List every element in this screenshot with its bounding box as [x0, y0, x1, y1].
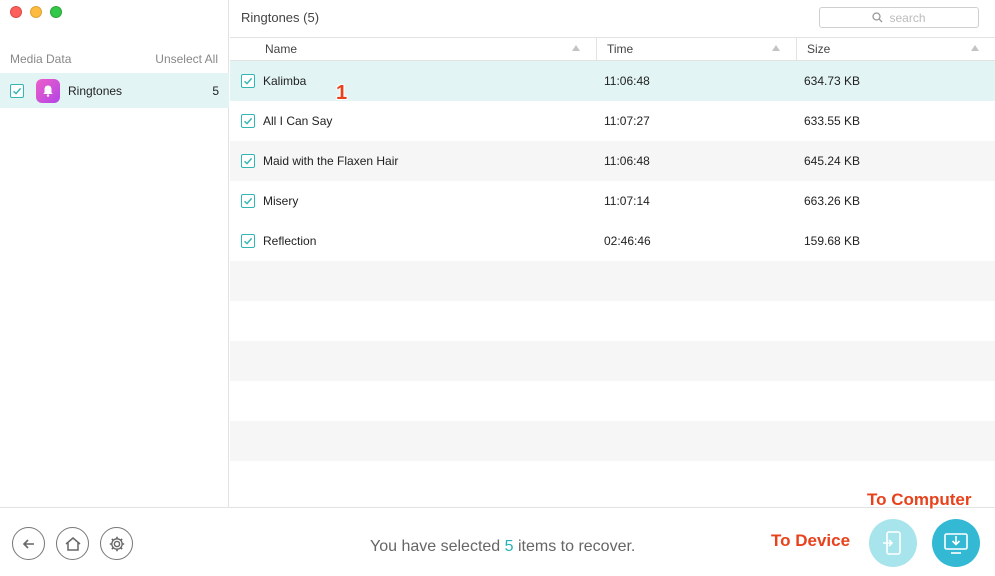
minimize-window-button[interactable] [30, 6, 42, 18]
maximize-window-button[interactable] [50, 6, 62, 18]
row-checkbox[interactable] [241, 234, 255, 248]
search-icon [872, 12, 883, 23]
to-device-label: To Device [771, 531, 851, 550]
empty-row [230, 381, 995, 421]
column-header-size[interactable]: Size [797, 38, 995, 60]
sort-arrow-icon [971, 45, 979, 51]
row-checkbox[interactable] [241, 194, 255, 208]
unselect-all-button[interactable]: Unselect All [155, 52, 218, 66]
table-row[interactable]: Kalimba 1 11:06:48 634.73 KB [230, 61, 995, 104]
sidebar-item-label: Ringtones [68, 83, 123, 98]
row-name: Reflection [263, 234, 317, 248]
computer-download-icon [944, 533, 968, 554]
selected-count: 5 [504, 538, 514, 555]
home-button[interactable] [56, 527, 89, 560]
table-row[interactable]: Misery 11:07:14 663.26 KB [230, 181, 995, 221]
search-input[interactable]: search [819, 7, 979, 28]
row-checkbox[interactable] [241, 154, 255, 168]
row-time: 11:07:27 [604, 114, 650, 128]
row-checkbox[interactable] [241, 114, 255, 128]
row-checkbox[interactable] [241, 74, 255, 88]
sidebar-header: Media Data Unselect All [10, 52, 218, 66]
back-button[interactable] [12, 527, 45, 560]
row-time: 11:06:48 [604, 154, 650, 168]
empty-row [230, 261, 995, 301]
column-header-name[interactable]: Name [230, 38, 597, 60]
row-size: 645.24 KB [804, 154, 861, 168]
check-icon [244, 117, 253, 125]
search-placeholder: search [889, 10, 926, 25]
sidebar-item-ringtones[interactable]: Ringtones 5 [0, 73, 229, 108]
check-icon [244, 237, 253, 245]
empty-row [230, 421, 995, 461]
row-time: 02:46:46 [604, 234, 651, 248]
sidebar-item-checkbox[interactable] [10, 83, 24, 98]
page-title: Ringtones (5) [241, 10, 320, 25]
table-body: Kalimba 1 11:06:48 634.73 KB All I Can S… [230, 61, 995, 501]
empty-row [230, 341, 995, 381]
home-icon [65, 536, 80, 551]
check-icon [13, 87, 22, 95]
table-header: Name Time Size [230, 37, 995, 61]
row-size: 159.68 KB [804, 234, 861, 248]
footer: You have selected 5 items to recover. To… [0, 490, 995, 576]
check-icon [244, 77, 253, 85]
annotation-number: 1 [336, 82, 348, 104]
phone-transfer-icon [883, 531, 901, 555]
settings-button[interactable] [100, 527, 133, 560]
sort-arrow-icon [572, 45, 580, 51]
sort-arrow-icon [772, 45, 780, 51]
arrow-left-icon [22, 538, 34, 549]
row-time: 11:06:48 [604, 74, 650, 88]
check-icon [244, 157, 253, 165]
media-data-label: Media Data [10, 52, 72, 66]
gear-icon [109, 536, 124, 551]
row-size: 633.55 KB [804, 114, 861, 128]
to-computer-button[interactable] [932, 519, 980, 567]
table-row[interactable]: Maid with the Flaxen Hair 11:06:48 645.2… [230, 141, 995, 181]
close-window-button[interactable] [10, 6, 22, 18]
bell-icon [36, 78, 60, 103]
table-row[interactable]: All I Can Say 11:07:27 633.55 KB [230, 101, 995, 141]
sidebar: Media Data Unselect All Ringtones 5 [0, 0, 229, 507]
row-time: 11:07:14 [604, 194, 650, 208]
row-name: Maid with the Flaxen Hair [263, 154, 399, 168]
row-name: Kalimba [263, 74, 307, 88]
row-size: 634.73 KB [804, 74, 861, 88]
table-row[interactable]: Reflection 02:46:46 159.68 KB [230, 221, 995, 261]
column-header-time[interactable]: Time [597, 38, 797, 60]
window-controls [10, 6, 62, 18]
main-panel: Ringtones (5) search Name Time Size Kali… [230, 0, 995, 507]
row-name: Misery [263, 194, 299, 208]
to-computer-label: To Computer [867, 490, 972, 509]
check-icon [244, 197, 253, 205]
to-device-button[interactable] [869, 519, 917, 567]
sidebar-item-count: 5 [212, 83, 219, 98]
row-name: All I Can Say [263, 114, 333, 128]
selection-status: You have selected 5 items to recover. [370, 538, 636, 555]
empty-row [230, 301, 995, 341]
row-size: 663.26 KB [804, 194, 861, 208]
